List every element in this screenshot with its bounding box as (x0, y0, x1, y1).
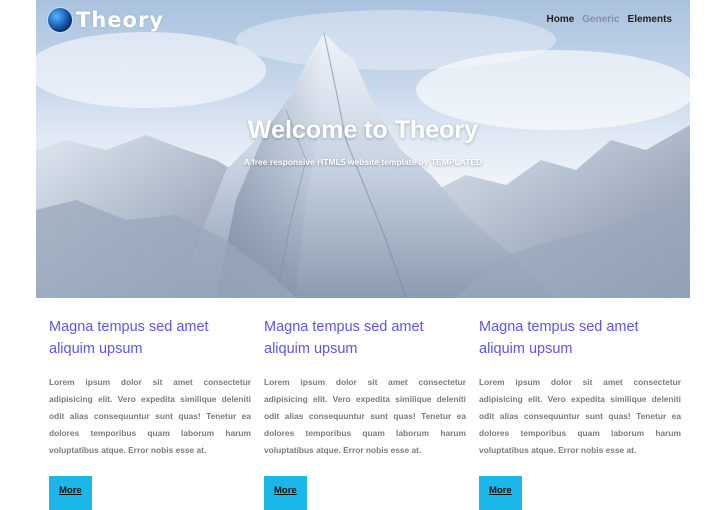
features-section: Magna tempus sed amet aliquim upsum Lore… (49, 316, 681, 510)
top-navigation: Home Generic Elements (546, 14, 672, 25)
feature-column: Magna tempus sed amet aliquim upsum Lore… (264, 316, 466, 510)
feature-text: Lorem ipsum dolor sit amet consectetur a… (264, 377, 466, 455)
more-button[interactable]: More (49, 476, 92, 510)
feature-title: Magna tempus sed amet aliquim upsum (264, 319, 424, 357)
hero-subtitle: A free responsive HTML5 website template… (243, 157, 483, 167)
logo-text: Theory (76, 8, 164, 32)
more-button[interactable]: More (264, 476, 307, 510)
feature-text: Lorem ipsum dolor sit amet consectetur a… (49, 377, 251, 455)
site-logo[interactable]: Theory (48, 5, 164, 35)
nav-generic-link[interactable]: Generic (582, 14, 619, 25)
feature-text: Lorem ipsum dolor sit amet consectetur a… (479, 377, 681, 455)
feature-column: Magna tempus sed amet aliquim upsum Lore… (49, 316, 251, 510)
more-button[interactable]: More (479, 476, 522, 510)
hero-banner: Theory Home Generic Elements Welcome to … (36, 0, 690, 298)
page: Theory Home Generic Elements Welcome to … (0, 0, 725, 510)
feature-column: Magna tempus sed amet aliquim upsum Lore… (479, 316, 681, 510)
nav-elements-link[interactable]: Elements (628, 14, 672, 25)
hero-title: Welcome to Theory (247, 116, 479, 144)
feature-title: Magna tempus sed amet aliquim upsum (479, 319, 639, 357)
globe-logo-icon (48, 8, 72, 32)
feature-title: Magna tempus sed amet aliquim upsum (49, 319, 209, 357)
mountain-background-image (36, 10, 690, 298)
nav-home-link[interactable]: Home (546, 14, 574, 25)
